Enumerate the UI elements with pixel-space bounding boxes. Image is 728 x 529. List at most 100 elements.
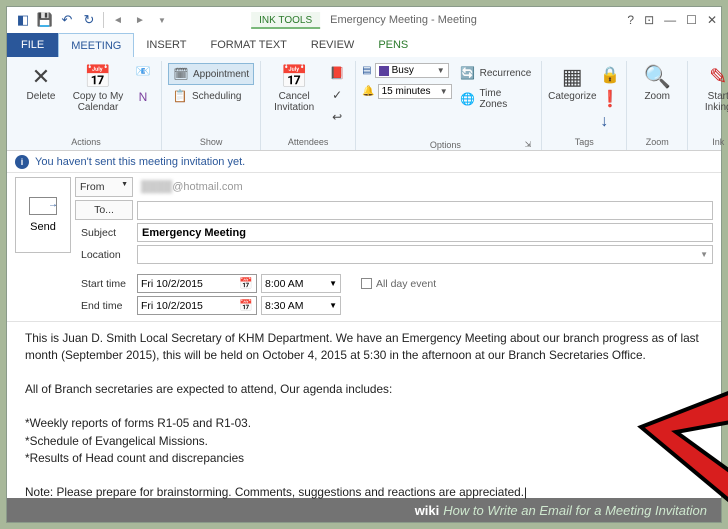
send-button[interactable]: Send — [15, 177, 71, 253]
info-message: You haven't sent this meeting invitation… — [35, 156, 245, 168]
scheduling-button[interactable]: 📋Scheduling — [168, 86, 254, 106]
calendar-picker-icon[interactable]: 📅 — [239, 277, 253, 290]
recurrence-icon: 🔄 — [460, 65, 476, 81]
to-input[interactable] — [137, 201, 713, 220]
globe-icon: 🌐 — [460, 91, 476, 107]
maximize-icon[interactable]: ☐ — [686, 13, 697, 27]
start-inking-button[interactable]: ✎Start Inking — [694, 61, 728, 113]
window-title: Emergency Meeting - Meeting — [330, 14, 477, 26]
tab-insert[interactable]: INSERT — [134, 33, 198, 57]
ribbon-options-icon[interactable]: ⊡ — [644, 13, 654, 27]
onenote-button[interactable]: N — [131, 87, 155, 107]
ribbon-tabs: FILE MEETING INSERT FORMAT TEXT REVIEW P… — [7, 33, 721, 57]
prev-icon[interactable]: ◄ — [108, 10, 128, 30]
meeting-form: Send From▼ ████@hotmail.com To... Subjec… — [7, 173, 721, 322]
end-date-input[interactable]: Fri 10/2/2015📅 — [137, 296, 257, 315]
address-book-button[interactable]: 📕 — [325, 63, 349, 83]
ribbon: ✕Delete 📅Copy to My Calendar 📧 N Actions… — [7, 57, 721, 151]
undo-icon[interactable]: ↶ — [57, 10, 77, 30]
reminder-combo[interactable]: 15 minutes▼ — [378, 84, 452, 99]
copy-calendar-button[interactable]: 📅Copy to My Calendar — [69, 61, 127, 113]
importance-high-icon[interactable]: ❗ — [600, 89, 620, 109]
group-show: 🗓Appointment 📋Scheduling Show — [162, 61, 261, 150]
group-zoom-label: Zoom — [646, 135, 669, 150]
group-show-label: Show — [200, 135, 223, 150]
subject-input[interactable]: Emergency Meeting — [137, 223, 713, 242]
calendar-picker-icon[interactable]: 📅 — [239, 299, 253, 312]
delete-icon: ✕ — [25, 63, 57, 91]
caption-bar: wiki How to Write an Email for a Meeting… — [7, 498, 721, 522]
group-tags: ▦Categorize 🔒 ❗ ↓ Tags — [542, 61, 627, 150]
next-icon[interactable]: ► — [130, 10, 150, 30]
timezones-button[interactable]: 🌐Time Zones — [456, 86, 536, 112]
redo-icon[interactable]: ↻ — [79, 10, 99, 30]
tab-review[interactable]: REVIEW — [299, 33, 366, 57]
categorize-icon: ▦ — [556, 63, 588, 91]
start-date-input[interactable]: Fri 10/2/2015📅 — [137, 274, 257, 293]
from-value: ████@hotmail.com — [137, 178, 713, 197]
help-icon[interactable]: ? — [627, 13, 634, 27]
outlook-meeting-window: ◧ 💾 ↶ ↻ ◄ ► ▼ INK TOOLS Emergency Meetin… — [6, 6, 722, 523]
quick-access-toolbar: ◧ 💾 ↶ ↻ ◄ ► ▼ — [7, 10, 172, 30]
recurrence-button[interactable]: 🔄Recurrence — [456, 63, 536, 83]
zoom-icon: 🔍 — [641, 63, 673, 91]
location-input[interactable]: ▼ — [137, 245, 713, 264]
group-attendees: 📅Cancel Invitation 📕 ✓ ↩ Attendees — [261, 61, 356, 150]
showas-icon: ▤ — [362, 65, 371, 76]
scheduling-icon: 📋 — [172, 88, 188, 104]
allday-label: All day event — [376, 278, 436, 290]
tab-format-text[interactable]: FORMAT TEXT — [199, 33, 299, 57]
group-ink-label: Ink — [712, 135, 724, 150]
caption-text: How to Write an Email for a Meeting Invi… — [443, 503, 707, 518]
forward-icon: 📧 — [135, 63, 151, 79]
showas-combo[interactable]: Busy▼ — [375, 63, 449, 78]
importance-low-icon[interactable]: ↓ — [600, 113, 620, 131]
group-actions: ✕Delete 📅Copy to My Calendar 📧 N Actions — [11, 61, 162, 150]
qat-divider — [103, 12, 104, 28]
tab-meeting[interactable]: MEETING — [58, 33, 134, 57]
start-time-input[interactable]: 8:00 AM▼ — [261, 274, 341, 293]
forward-button[interactable]: 📧 — [131, 61, 155, 81]
group-attendees-label: Attendees — [288, 135, 329, 150]
group-options: ▤ Busy▼ 🔔 15 minutes▼ 🔄Recurrence 🌐Time … — [356, 61, 542, 150]
end-time-label: End time — [75, 300, 133, 312]
appointment-icon: 🗓 — [173, 66, 189, 82]
to-button[interactable]: To... — [75, 200, 133, 220]
reminder-icon: 🔔 — [362, 86, 374, 97]
categorize-button[interactable]: ▦Categorize — [548, 61, 596, 102]
checknames-icon: ✓ — [329, 87, 345, 103]
tab-file[interactable]: FILE — [7, 33, 58, 57]
save-icon[interactable]: 💾 — [35, 10, 55, 30]
meeting-body[interactable]: This is Juan D. Smith Local Secretary of… — [7, 322, 721, 522]
tab-pens[interactable]: PENS — [366, 33, 420, 57]
info-bar: i You haven't sent this meeting invitati… — [7, 151, 721, 173]
inktools-tab-label[interactable]: INK TOOLS — [251, 12, 320, 29]
location-label: Location — [75, 249, 133, 261]
titlebar: ◧ 💾 ↶ ↻ ◄ ► ▼ INK TOOLS Emergency Meetin… — [7, 7, 721, 33]
cancel-icon: 📅 — [278, 63, 310, 91]
caption-prefix: wiki — [415, 503, 440, 518]
onenote-icon: N — [135, 89, 151, 105]
end-time-input[interactable]: 8:30 AM▼ — [261, 296, 341, 315]
response-options-button[interactable]: ↩ — [325, 107, 349, 127]
info-icon: i — [15, 155, 29, 169]
delete-button[interactable]: ✕Delete — [17, 61, 65, 102]
zoom-button[interactable]: 🔍Zoom — [633, 61, 681, 102]
response-icon: ↩ — [329, 109, 345, 125]
check-names-button[interactable]: ✓ — [325, 85, 349, 105]
appointment-button[interactable]: 🗓Appointment — [168, 63, 254, 85]
from-button[interactable]: From▼ — [75, 177, 133, 197]
subject-label: Subject — [75, 227, 133, 239]
private-icon[interactable]: 🔒 — [600, 65, 620, 85]
cancel-invitation-button[interactable]: 📅Cancel Invitation — [267, 61, 321, 113]
app-icon: ◧ — [13, 10, 33, 30]
allday-checkbox[interactable] — [361, 278, 372, 289]
close-icon[interactable]: ✕ — [707, 13, 717, 27]
minimize-icon[interactable]: — — [664, 13, 676, 27]
ink-icon: ✎ — [702, 63, 728, 91]
group-zoom: 🔍Zoom Zoom — [627, 61, 688, 150]
group-ink: ✎Start Inking Ink — [688, 61, 728, 150]
addressbook-icon: 📕 — [329, 65, 345, 81]
qat-dropdown-icon[interactable]: ▼ — [152, 10, 172, 30]
group-options-label: Options⇲ — [362, 140, 535, 150]
